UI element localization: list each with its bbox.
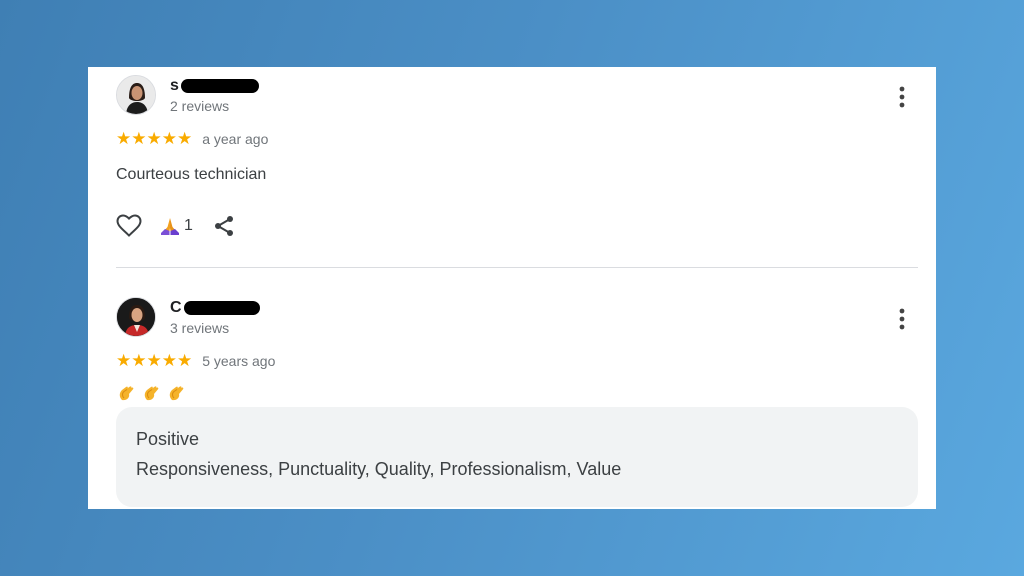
- clapping-hands-emoji: [143, 385, 160, 407]
- more-vert-icon: [899, 308, 905, 330]
- reviewer-name[interactable]: s: [170, 76, 259, 96]
- attributes-values: Responsiveness, Punctuality, Quality, Pr…: [136, 459, 622, 479]
- reviews-card: s 2 reviews ★★★★★ a year ago Courteous t…: [88, 67, 936, 509]
- review-text: Courteous technician: [116, 166, 267, 183]
- star-rating: ★★★★★: [116, 129, 193, 148]
- reviewer-name-initial: s: [170, 77, 179, 94]
- avatar[interactable]: [116, 75, 156, 115]
- share-button[interactable]: [213, 215, 235, 237]
- review-age: 5 years ago: [202, 353, 276, 369]
- review-emojis: [118, 385, 185, 407]
- review-actions: 1: [116, 213, 235, 239]
- helpful-reaction-button[interactable]: 1: [160, 216, 193, 236]
- reviewer-name[interactable]: C: [170, 298, 260, 318]
- review-count: 3 reviews: [170, 320, 230, 336]
- star-rating: ★★★★★: [116, 351, 193, 370]
- clapping-hands-emoji: [118, 385, 135, 407]
- more-options-button[interactable]: [896, 85, 908, 109]
- helpful-count: 1: [184, 217, 193, 234]
- share-icon: [214, 216, 233, 236]
- folded-hands-icon: [161, 218, 179, 235]
- reviewer-name-initial: C: [170, 299, 182, 316]
- attributes-title: Positive: [136, 429, 200, 449]
- review-age: a year ago: [202, 131, 269, 147]
- more-vert-icon: [899, 86, 905, 108]
- rating-row: ★★★★★ a year ago: [116, 130, 268, 148]
- more-options-button[interactable]: [896, 307, 908, 331]
- name-redaction: [180, 78, 259, 93]
- name-redaction: [183, 300, 260, 315]
- clapping-hands-emoji: [168, 385, 185, 407]
- review-count: 2 reviews: [170, 98, 230, 114]
- review-attributes-box: Positive Responsiveness, Punctuality, Qu…: [116, 407, 918, 507]
- review-divider: [116, 267, 918, 268]
- avatar[interactable]: [116, 297, 156, 337]
- rating-row: ★★★★★ 5 years ago: [116, 352, 275, 370]
- heart-outline-icon: [116, 214, 142, 237]
- like-button[interactable]: [116, 214, 142, 238]
